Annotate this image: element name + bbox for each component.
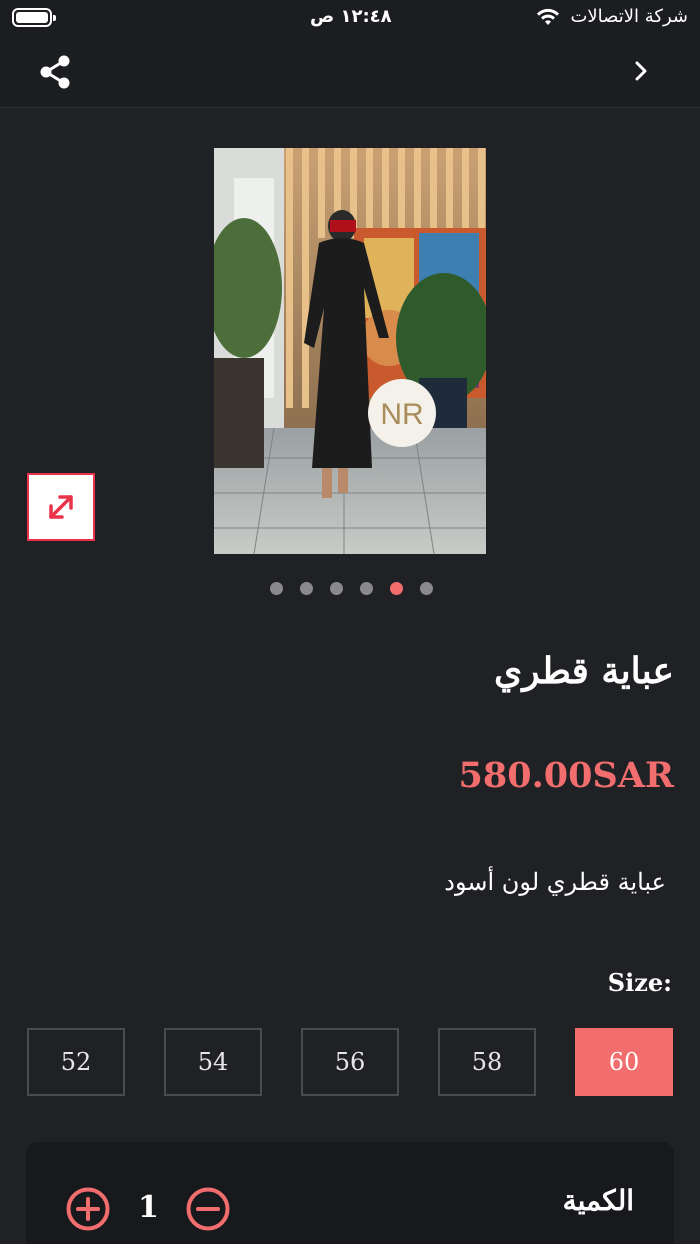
size-option-58[interactable]: 58 — [438, 1028, 536, 1096]
gallery-dot[interactable] — [390, 582, 403, 595]
battery-icon — [12, 8, 56, 27]
size-label: Size: — [607, 968, 672, 997]
gallery-dot[interactable] — [420, 582, 433, 595]
image-logo: NR — [380, 398, 423, 431]
gallery-dot[interactable] — [300, 582, 313, 595]
share-icon[interactable] — [36, 52, 76, 92]
status-bar: ١٢:٤٨ ص شركة الاتصالات — [0, 0, 700, 36]
nav-bar — [0, 36, 700, 108]
size-option-60[interactable]: 60 — [575, 1028, 673, 1096]
minus-circle-icon[interactable] — [186, 1187, 230, 1231]
gallery-dot[interactable] — [360, 582, 373, 595]
size-option-56[interactable]: 56 — [301, 1028, 399, 1096]
product-title: عباية قطري — [494, 650, 674, 692]
chevron-right-icon[interactable] — [626, 56, 656, 86]
expand-button[interactable] — [27, 473, 95, 541]
gallery-dot[interactable] — [330, 582, 343, 595]
status-time: ١٢:٤٨ ص — [310, 6, 392, 27]
gallery-pagination — [268, 582, 438, 596]
plus-circle-icon[interactable] — [66, 1187, 110, 1231]
wifi-icon — [537, 8, 559, 25]
quantity-value: 1 — [138, 1190, 159, 1225]
expand-icon — [49, 495, 73, 519]
size-option-52[interactable]: 52 — [27, 1028, 125, 1096]
gallery-dot[interactable] — [270, 582, 283, 595]
size-option-54[interactable]: 54 — [164, 1028, 262, 1096]
quantity-label: الكمية — [562, 1184, 634, 1217]
product-description: عباية قطري لون أسود — [444, 868, 666, 896]
carrier-name: شركة الاتصالات — [570, 6, 688, 27]
product-image[interactable]: NR — [214, 148, 486, 554]
product-price: 580.00SAR — [458, 755, 674, 796]
quantity-card: 1 الكمية — [26, 1142, 674, 1244]
